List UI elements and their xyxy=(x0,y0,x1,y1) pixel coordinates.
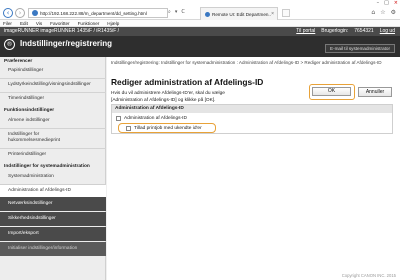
dropdown-icon[interactable]: ▾ xyxy=(175,9,178,15)
unknown-id-jobs-label[interactable]: Tillad printjob med ukendte id'er xyxy=(134,126,202,131)
ok-button[interactable]: OK xyxy=(312,87,351,96)
sidebar-item-initialize[interactable]: Initialiser indstillinger/information xyxy=(0,242,106,256)
copyright-footer: Copyright CANON INC. 2015 xyxy=(341,273,396,278)
browser-logo-icon xyxy=(32,10,38,16)
sidebar-divider xyxy=(0,148,106,149)
breadcrumb: Indstillinger/registrering: Indstillinge… xyxy=(111,60,382,65)
department-id-section: Administration af Afdelings-ID Administr… xyxy=(111,104,393,134)
browser-toolbar-icons: ⌂ ☆ ⚙ xyxy=(371,9,396,16)
browser-tab[interactable]: Remote UI: Edit Departmen... × xyxy=(200,7,278,20)
department-id-checkbox[interactable] xyxy=(116,116,121,121)
tab-title[interactable]: Remote UI: Edit Departmen... xyxy=(212,12,271,17)
sidebar-heading-functions: Funktionsindstillinger xyxy=(4,108,55,113)
settings-logo-icon: ® xyxy=(4,39,15,50)
sidebar-item-department-id[interactable]: Administration af Afdelings-ID xyxy=(0,184,106,198)
sidebar-item-printer-settings[interactable]: Printerindstillinger xyxy=(0,152,106,158)
header-user-area: Til portal Brugerlogin: 7654321 Log ud xyxy=(296,28,395,34)
sidebar-item-network-settings[interactable]: Netværksindstillinger xyxy=(0,197,106,211)
sidebar: Præferencer Papirindstillinger Lydstyrke… xyxy=(0,57,106,280)
header-top-strip: imageRUNNER imageRUNNER 1435iF / iR1435i… xyxy=(0,27,400,36)
sidebar-divider xyxy=(0,78,106,79)
menu-tools[interactable]: Funktioner xyxy=(78,21,100,26)
main-content: Indstillinger/registrering: Indstillinge… xyxy=(107,57,400,280)
sidebar-item-system-admin[interactable]: Systemadministration xyxy=(0,174,106,180)
refresh-icon[interactable]: C xyxy=(181,9,185,15)
menu-edit[interactable]: Edit xyxy=(20,21,28,26)
address-bar-icons: ⌕ ▾ C xyxy=(168,9,185,15)
sidebar-heading-preferences: Præferencer xyxy=(4,59,33,64)
sidebar-item-import-export[interactable]: Import/eksport xyxy=(0,227,106,241)
sidebar-item-timer-settings[interactable]: Timerindstillinger xyxy=(0,96,106,102)
sidebar-item-volume-display[interactable]: Lydstyrkeindstilling/visningsindstilling… xyxy=(0,82,106,88)
email-admin-button[interactable]: E-mail til systemadministrator xyxy=(325,44,395,53)
sidebar-divider xyxy=(0,128,106,129)
menu-favorites[interactable]: Favoritter xyxy=(50,21,69,26)
logout-link[interactable]: Log ud xyxy=(380,28,395,34)
sidebar-divider xyxy=(0,92,106,93)
page-title: Rediger administration af Afdelings-ID xyxy=(111,77,264,87)
address-row: ‹ › http://192.168.222.88/m_department/d… xyxy=(0,6,400,20)
device-model: imageRUNNER imageRUNNER 1435iF / iR1435i… xyxy=(4,28,120,34)
forward-button[interactable]: › xyxy=(15,8,25,18)
user-id: 7654321 xyxy=(354,28,374,34)
option-department-id-row: Administration af Afdelings-ID xyxy=(116,116,187,121)
home-icon[interactable]: ⌂ xyxy=(371,9,375,16)
sidebar-item-paper-settings[interactable]: Papirindstillinger xyxy=(0,68,106,74)
instruction-text: Hvis du vil administrere Afdelings-ID'er… xyxy=(111,91,225,103)
sidebar-item-common-settings[interactable]: Almene indstillinger xyxy=(0,118,106,124)
address-bar[interactable]: http://192.168.222.88/m_department/dd_se… xyxy=(28,8,168,18)
new-tab-button[interactable] xyxy=(282,9,290,17)
menu-file[interactable]: Filer xyxy=(3,21,12,26)
back-button[interactable]: ‹ xyxy=(3,8,13,18)
tab-close-icon[interactable]: × xyxy=(271,11,274,17)
unknown-id-jobs-option-highlight: Tillad printjob med ukendte id'er xyxy=(118,123,216,133)
sidebar-heading-admin: Indstillinger for systemadministration xyxy=(4,164,90,169)
tab-favicon-icon xyxy=(205,11,210,17)
favorites-star-icon[interactable]: ☆ xyxy=(380,9,385,16)
sidebar-item-memory-media-print[interactable]: Indstillinger for hukommelsesmedieprint xyxy=(0,132,88,144)
unknown-id-jobs-checkbox[interactable] xyxy=(126,125,131,131)
browser-menu-bar: Filer Edit Vis Favoritter Funktioner Hjæ… xyxy=(0,20,400,27)
portal-link[interactable]: Til portal xyxy=(296,28,315,34)
search-icon[interactable]: ⌕ xyxy=(168,9,171,15)
cancel-button[interactable]: Annuller xyxy=(358,87,392,97)
user-login-label: Brugerlogin: xyxy=(321,28,349,34)
menu-help[interactable]: Hjælp xyxy=(107,21,119,26)
app-title: Indstillinger/registrering xyxy=(20,39,113,48)
sidebar-item-security-settings[interactable]: Sikkerhedsindstillinger xyxy=(0,212,106,226)
ok-button-highlight: OK xyxy=(309,84,355,100)
settings-gear-icon[interactable]: ⚙ xyxy=(391,9,396,16)
menu-view[interactable]: Vis xyxy=(36,21,42,26)
department-id-label[interactable]: Administration af Afdelings-ID xyxy=(124,116,187,121)
section-header: Administration af Afdelings-ID xyxy=(112,105,392,113)
url-text[interactable]: http://192.168.222.88/m_department/dd_se… xyxy=(40,11,147,16)
browser-window: – □ × ‹ › http://192.168.222.88/m_depart… xyxy=(0,0,400,280)
app-header: imageRUNNER imageRUNNER 1435iF / iR1435i… xyxy=(0,27,400,57)
